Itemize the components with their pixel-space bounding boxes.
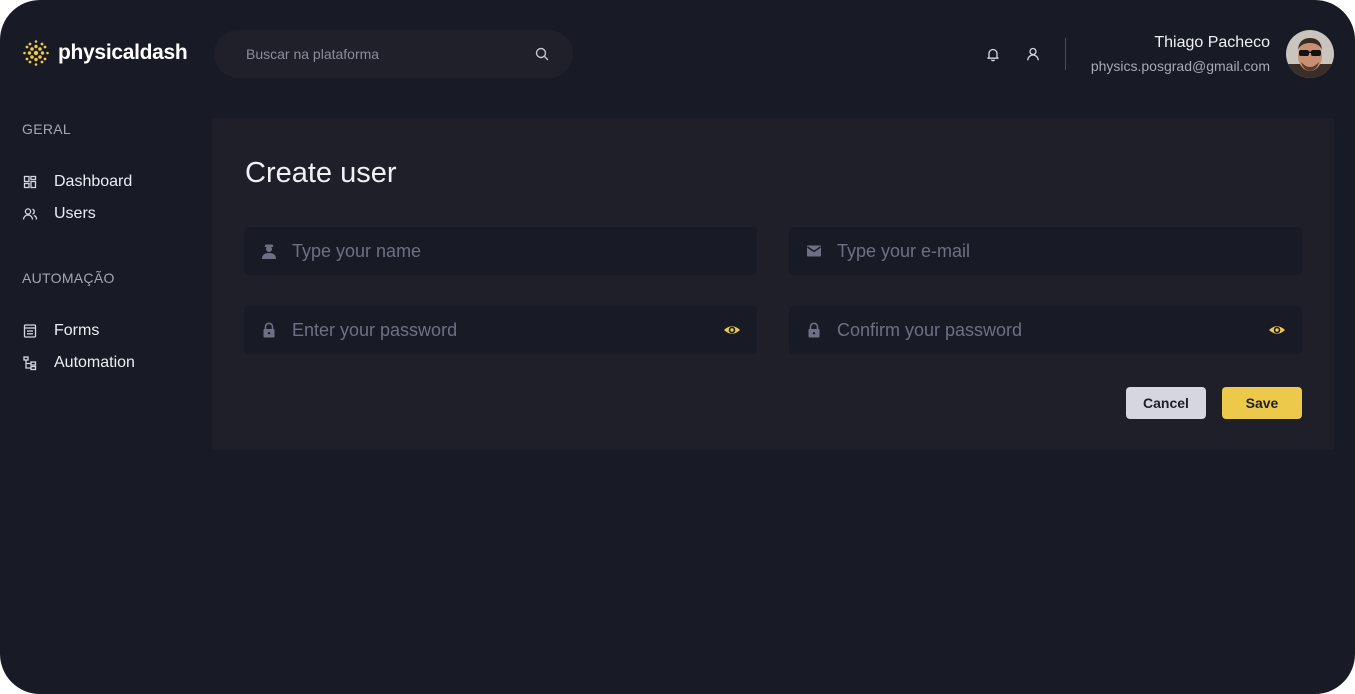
email-input[interactable]: [837, 240, 1286, 262]
sidebar-item-label: Automation: [54, 354, 135, 371]
search-bar: [214, 30, 573, 78]
sidebar-item-label: Dashboard: [54, 173, 133, 190]
user-profile-icon[interactable]: [1025, 46, 1041, 62]
user-name: Thiago Pacheco: [1154, 34, 1270, 51]
mail-icon: [807, 245, 821, 257]
sidebar-item-forms[interactable]: Forms: [22, 319, 99, 343]
confirm-password-field: [789, 306, 1302, 354]
email-field: [789, 227, 1302, 275]
name-input[interactable]: [292, 240, 741, 262]
sidebar-item-automation[interactable]: Automation: [22, 351, 135, 375]
lock-icon: [263, 322, 275, 338]
password-input[interactable]: [292, 319, 723, 341]
sidebar-section-geral: GERAL: [22, 121, 71, 137]
user-email: physics.posgrad@gmail.com: [1090, 58, 1270, 74]
avatar[interactable]: [1286, 30, 1334, 78]
header-divider: [1065, 38, 1066, 70]
sidebar-item-users[interactable]: Users: [22, 202, 96, 226]
lock-icon: [808, 322, 820, 338]
dashboard-icon: [23, 175, 37, 189]
sidebar-item-dashboard[interactable]: Dashboard: [22, 170, 132, 194]
avatar-image: [1286, 30, 1334, 78]
confirm-password-input[interactable]: [837, 319, 1268, 341]
password-field: [244, 306, 757, 354]
save-button[interactable]: Save: [1222, 387, 1302, 419]
forms-icon: [23, 324, 37, 338]
app-window: physicaldash Thiago Pacheco physics.posg…: [0, 0, 1355, 694]
logo[interactable]: physicaldash: [22, 39, 188, 67]
create-user-card: Create user Type your name Type your e-m…: [212, 118, 1334, 450]
user-icon: [262, 244, 276, 259]
page-title: Create user: [245, 157, 397, 189]
users-icon: [22, 208, 38, 220]
cancel-button[interactable]: Cancel: [1126, 387, 1206, 419]
eye-icon[interactable]: [723, 321, 741, 339]
sidebar-section-automacao: AUTOMAÇÃO: [22, 270, 115, 286]
sidebar-item-label: Forms: [54, 322, 100, 339]
search-icon[interactable]: [535, 47, 549, 61]
search-input[interactable]: [246, 46, 535, 62]
bell-icon[interactable]: [985, 46, 1001, 62]
name-field: [244, 227, 757, 275]
logo-mark-icon: [23, 40, 49, 66]
eye-icon[interactable]: [1268, 321, 1286, 339]
logo-text: physicaldash: [58, 41, 188, 64]
automation-icon: [23, 356, 37, 371]
sidebar-item-label: Users: [54, 205, 96, 222]
